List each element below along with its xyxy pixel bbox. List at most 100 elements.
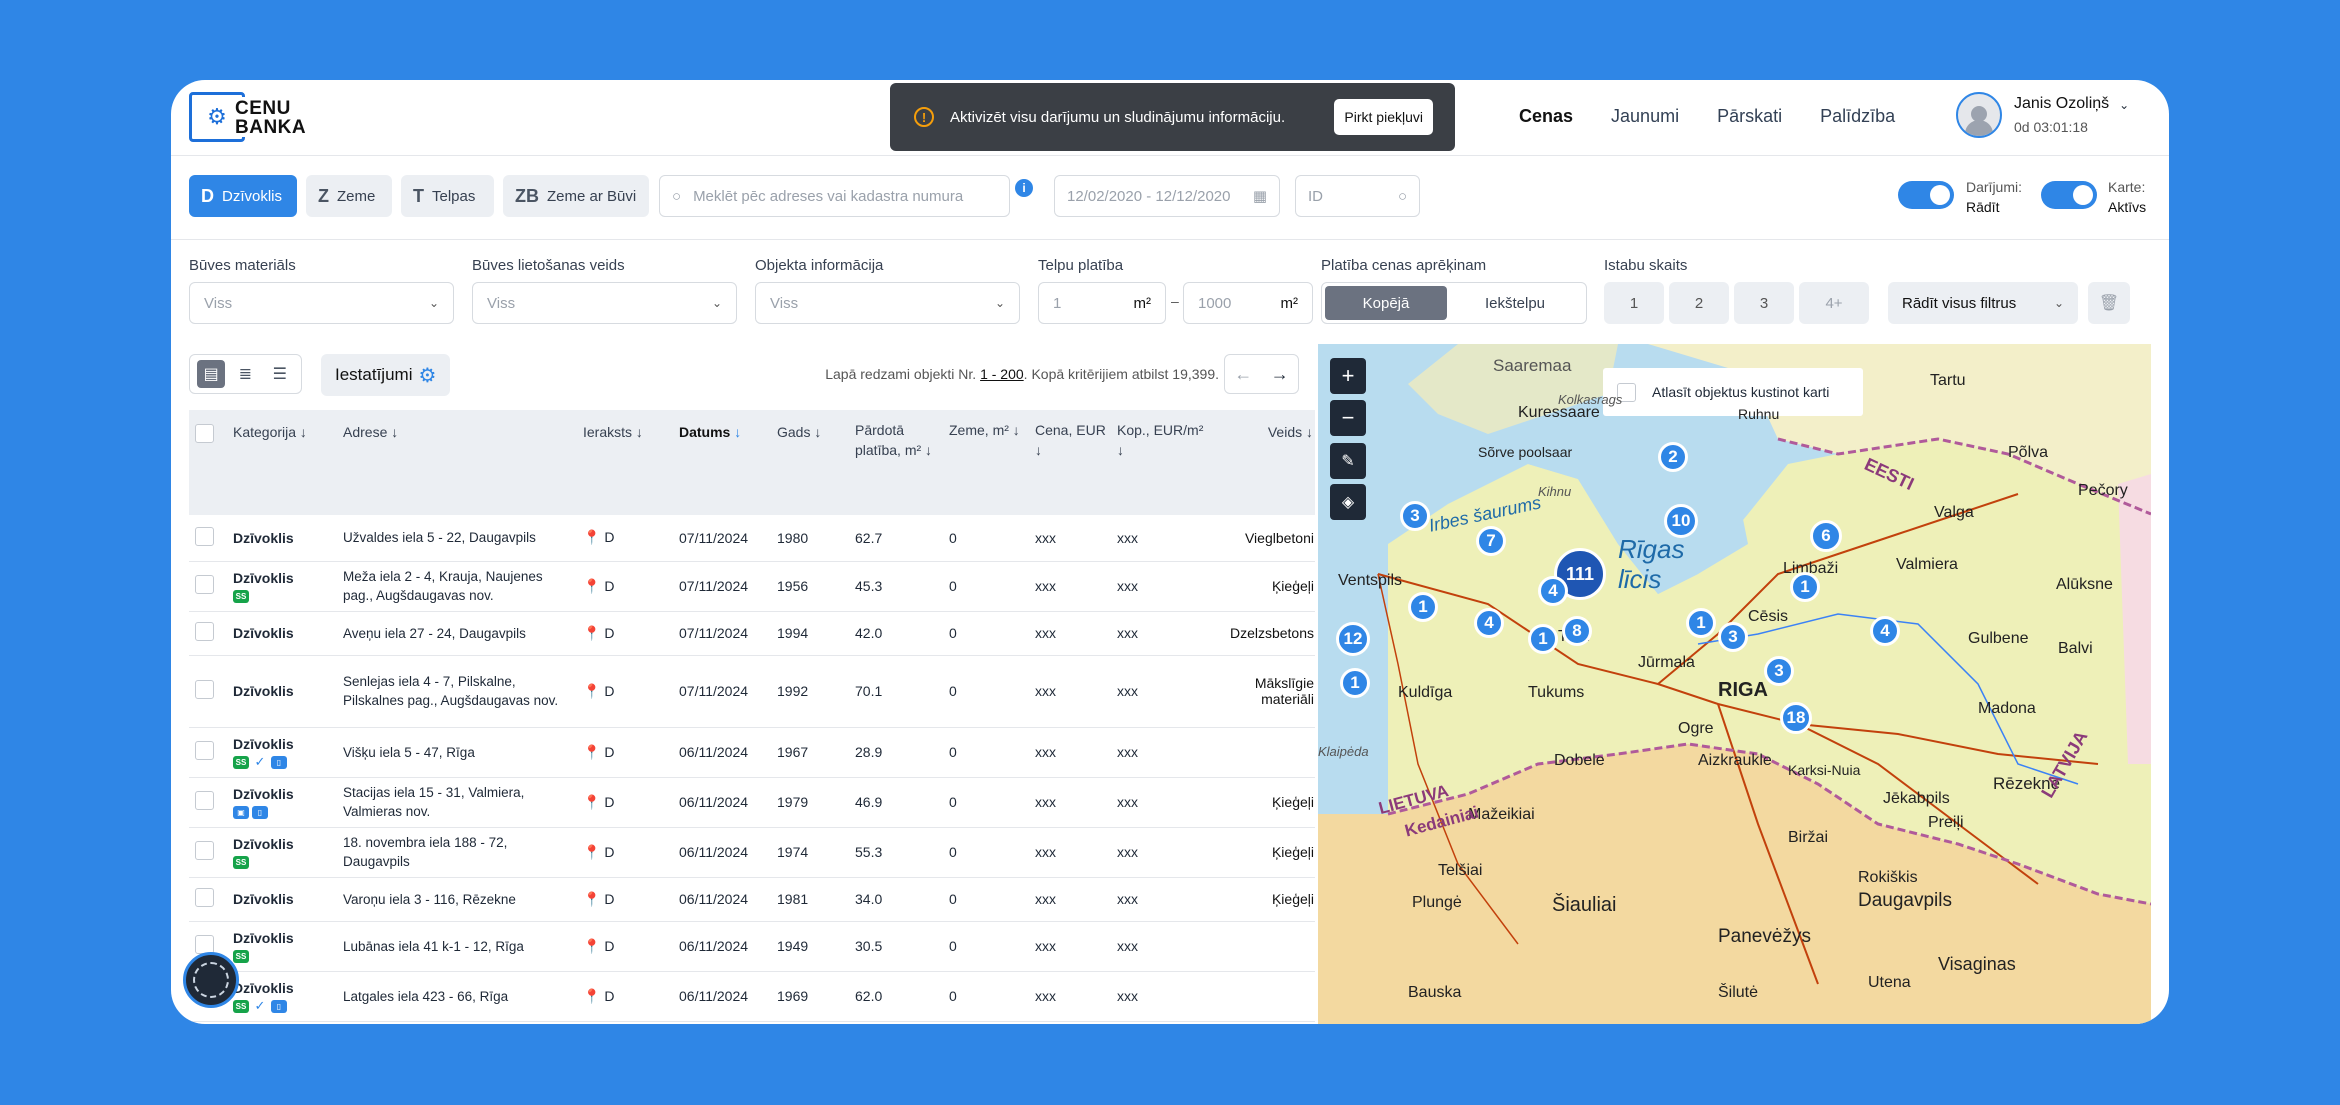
zoom-out-button[interactable]: − xyxy=(1330,400,1366,436)
row-checkbox[interactable] xyxy=(195,680,214,699)
zoom-in-button[interactable]: + xyxy=(1330,358,1366,394)
usage-select[interactable]: Viss ⌄ xyxy=(472,282,737,324)
map-cluster[interactable]: 4 xyxy=(1870,616,1900,646)
table-row[interactable]: Dzīvoklis SS Meža iela 2 - 4, Krauja, Nauj… xyxy=(189,561,1315,612)
type-dzivoklis-button[interactable]: D Dzīvoklis xyxy=(189,175,297,217)
col-area[interactable]: Pārdotā platība, m² ↓ xyxy=(854,410,948,515)
price-area-indoor[interactable]: Iekštelpu xyxy=(1447,286,1583,320)
table-row[interactable]: Dzīvoklis SS ✓ ▯ Višķu iela 5 - 47, Rīga 📍 D 0… xyxy=(189,727,1315,778)
map-cluster[interactable]: 1 xyxy=(1528,624,1558,654)
row-checkbox[interactable] xyxy=(195,741,214,760)
buy-access-button[interactable]: Pirkt piekļuvi xyxy=(1334,99,1433,135)
area-max-input[interactable]: 1000 m² xyxy=(1183,282,1313,324)
nav-palidziba[interactable]: Palīdzība xyxy=(1820,106,1895,127)
col-ieraksts[interactable]: Ieraksts ↓ xyxy=(582,410,678,515)
table-row[interactable]: Dzīvoklis Užvaldes iela 5 - 22, Daugavpil… xyxy=(189,515,1315,562)
map-cluster[interactable]: 1 xyxy=(1686,608,1716,638)
type-zeme-button[interactable]: Z Zeme xyxy=(306,175,392,217)
location-pin-icon[interactable]: 📍 xyxy=(583,988,600,1004)
row-checkbox[interactable] xyxy=(195,791,214,810)
rooms-1[interactable]: 1 xyxy=(1604,282,1664,324)
date-range-input[interactable]: 12/02/2020 - 12/12/2020 ▦ xyxy=(1054,175,1280,217)
rooms-4plus[interactable]: 4+ xyxy=(1799,282,1869,324)
select-all-checkbox[interactable] xyxy=(195,424,214,443)
location-pin-icon[interactable]: 📍 xyxy=(583,683,600,699)
map-cluster[interactable]: 7 xyxy=(1476,526,1506,556)
table-row[interactable]: Dzīvoklis Senlejas iela 4 - 7, Pilskalne,… xyxy=(189,655,1315,728)
list-view-icon[interactable]: ≣ xyxy=(231,360,259,388)
row-checkbox[interactable] xyxy=(195,888,214,907)
draw-area-icon[interactable]: ✎ xyxy=(1330,443,1366,479)
table-row[interactable]: Dzīvoklis SS 18. novembra iela 188 - 72, D… xyxy=(189,827,1315,878)
location-pin-icon[interactable]: 📍 xyxy=(583,844,600,860)
arrow-left-icon[interactable]: ← xyxy=(1234,364,1252,385)
location-pin-icon[interactable]: 📍 xyxy=(583,744,600,760)
map-cluster[interactable]: 4 xyxy=(1474,608,1504,638)
table-row[interactable]: Dzīvoklis SS Lubānas iela 41 k-1 - 12, Rīg… xyxy=(189,921,1315,972)
col-zeme[interactable]: Zeme, m² ↓ xyxy=(948,410,1034,515)
map-toggle[interactable] xyxy=(2041,181,2097,209)
show-all-filters-button[interactable]: Rādīt visus filtrus ⌄ xyxy=(1888,282,2078,324)
map[interactable]: + − ✎ ◈ Atlasīt objektus kustinot karti … xyxy=(1318,344,2151,1024)
table-row[interactable]: Dzīvoklis Varoņu iela 3 - 116, Rēzekne 📍 D… xyxy=(189,877,1315,922)
user-menu[interactable]: Janis Ozoliņš 0d 03:01:18 ⌄ xyxy=(1956,92,2129,138)
map-cluster[interactable]: 1 xyxy=(1340,668,1370,698)
col-veids[interactable]: Veids ↓ xyxy=(1210,410,1315,515)
nav-jaunumi[interactable]: Jaunumi xyxy=(1611,106,1679,127)
map-cluster[interactable]: 4 xyxy=(1538,576,1568,606)
map-cluster[interactable]: 18 xyxy=(1780,702,1812,734)
id-input[interactable]: ID ○ xyxy=(1295,175,1420,217)
table-row[interactable]: Dzīvoklis SS ✓ ▯ Latgales iela 423 - 66, Rīg… xyxy=(189,971,1315,1022)
col-gads[interactable]: Gads ↓ xyxy=(776,410,854,515)
accessibility-button[interactable] xyxy=(183,952,239,1008)
grid-view-icon[interactable]: ▤ xyxy=(197,360,226,388)
search-input[interactable]: ○ Meklēt pēc adreses vai kadastra numura xyxy=(659,175,1010,217)
location-pin-icon[interactable]: 📍 xyxy=(583,891,600,907)
nav-parskati[interactable]: Pārskati xyxy=(1717,106,1782,127)
location-pin-icon[interactable]: 📍 xyxy=(583,794,600,810)
map-cluster[interactable]: 1 xyxy=(1408,592,1438,622)
rooms-2[interactable]: 2 xyxy=(1669,282,1729,324)
object-info-select[interactable]: Viss ⌄ xyxy=(755,282,1020,324)
location-pin-icon[interactable]: 📍 xyxy=(583,625,600,641)
map-cluster[interactable]: 1 xyxy=(1790,572,1820,602)
type-zeme-ar-buvi-button[interactable]: ZB Zeme ar Būvi xyxy=(503,175,649,217)
settings-button[interactable]: Iestatījumi ⚙ xyxy=(321,354,451,396)
material-select[interactable]: Viss ⌄ xyxy=(189,282,454,324)
col-datums[interactable]: Datums ↓ xyxy=(678,410,776,515)
info-icon[interactable]: i xyxy=(1015,179,1033,197)
col-kategorija[interactable]: Kategorija ↓ xyxy=(232,410,342,515)
location-pin-icon[interactable]: 📍 xyxy=(583,578,600,594)
price-area-total[interactable]: Kopējā xyxy=(1325,286,1447,320)
logo[interactable]: ⚙ CENU BANKA xyxy=(189,92,307,142)
map-cluster[interactable]: 3 xyxy=(1718,622,1748,652)
row-checkbox[interactable] xyxy=(195,526,214,546)
page-range-link[interactable]: 1 - 200 xyxy=(980,366,1024,382)
nav-cenas[interactable]: Cenas xyxy=(1519,106,1573,127)
select-by-map-checkbox[interactable]: Atlasīt objektus kustinot karti xyxy=(1603,368,1863,416)
table-row[interactable]: Dzīvoklis Aveņu iela 27 - 24, Daugavpils 📍… xyxy=(189,611,1315,656)
deals-toggle[interactable] xyxy=(1898,181,1954,209)
layers-icon[interactable]: ◈ xyxy=(1330,484,1366,520)
map-cluster[interactable]: 2 xyxy=(1658,442,1688,472)
map-cluster[interactable]: 3 xyxy=(1400,501,1430,531)
compact-view-icon[interactable]: ☰ xyxy=(266,360,294,388)
location-pin-icon[interactable]: 📍 xyxy=(583,938,600,954)
type-telpas-button[interactable]: T Telpas xyxy=(401,175,494,217)
map-cluster[interactable]: 3 xyxy=(1764,656,1794,686)
row-checkbox[interactable] xyxy=(195,841,214,860)
col-cena[interactable]: Cena, EUR ↓ xyxy=(1034,410,1116,515)
trash-icon[interactable]: 🗑 xyxy=(2088,282,2130,324)
col-adrese[interactable]: Adrese ↓ xyxy=(342,410,582,515)
rooms-3[interactable]: 3 xyxy=(1734,282,1794,324)
chevron-down-icon[interactable]: ⌄ xyxy=(2119,98,2129,112)
location-pin-icon[interactable]: 📍 xyxy=(583,529,600,545)
row-checkbox[interactable] xyxy=(195,622,214,641)
area-min-input[interactable]: 1 m² xyxy=(1038,282,1166,324)
col-eur-m2[interactable]: Kop., EUR/m² ↓ xyxy=(1116,410,1210,515)
arrow-right-icon[interactable]: → xyxy=(1271,364,1289,385)
map-cluster[interactable]: 10 xyxy=(1664,504,1698,538)
map-cluster[interactable]: 8 xyxy=(1562,616,1592,646)
row-checkbox[interactable] xyxy=(195,575,214,594)
map-cluster[interactable]: 6 xyxy=(1810,520,1842,552)
